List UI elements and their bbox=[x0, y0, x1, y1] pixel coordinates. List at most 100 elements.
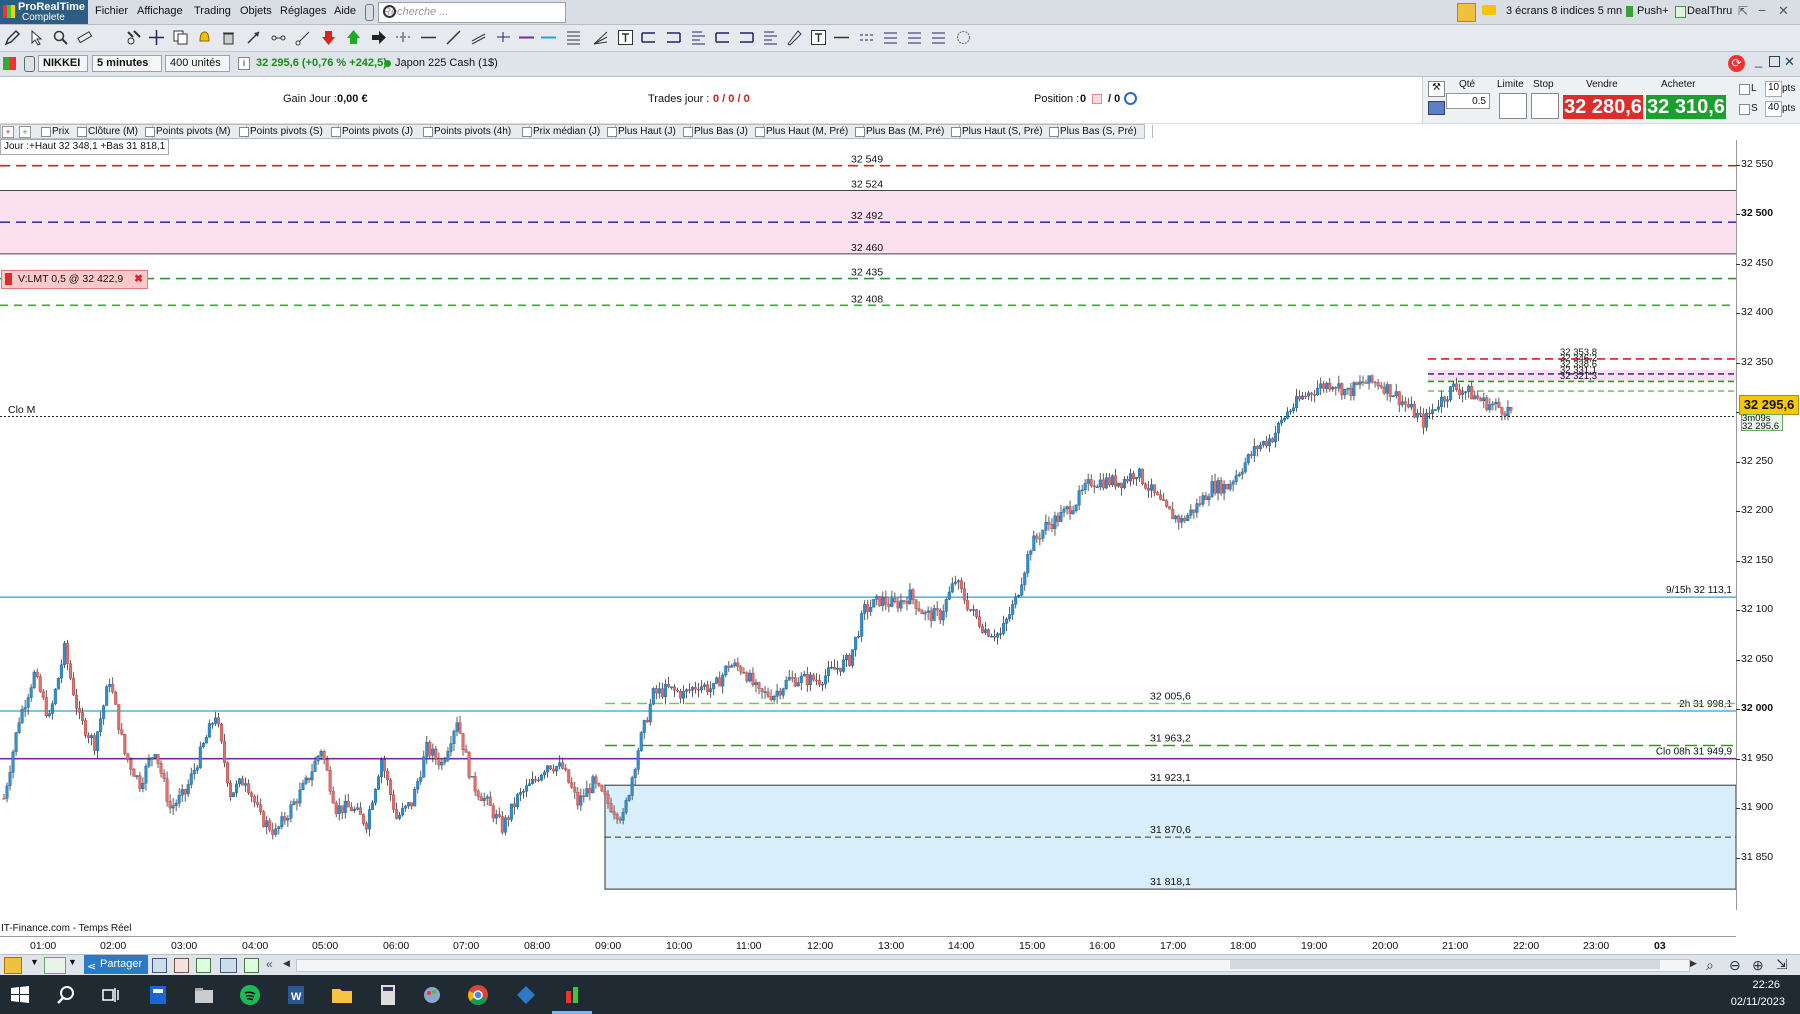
chevron-down2-icon[interactable]: ▼ bbox=[68, 957, 77, 967]
lock-icon[interactable] bbox=[365, 4, 374, 21]
units-select[interactable]: 400 unités bbox=[165, 55, 230, 72]
settings-icon[interactable]: + bbox=[19, 126, 31, 138]
window-min-icon[interactable]: _ bbox=[1755, 53, 1762, 68]
zoom-out-icon[interactable]: ⊖ bbox=[1729, 957, 1741, 974]
s-checkbox[interactable] bbox=[1739, 104, 1750, 115]
dealthru-label[interactable]: DealThru bbox=[1687, 5, 1732, 17]
wand-icon[interactable] bbox=[1457, 3, 1476, 22]
l-pts-input[interactable]: 10 bbox=[1765, 81, 1782, 97]
toggle-bas-s-pre[interactable]: Plus Bas (S, Pré) bbox=[1047, 125, 1153, 138]
task-view-icon[interactable] bbox=[98, 983, 122, 1007]
zoom-icon[interactable] bbox=[52, 29, 69, 46]
fork-icon[interactable] bbox=[495, 29, 512, 46]
window-close-icon[interactable]: ✕ bbox=[1784, 54, 1795, 70]
fan-icon[interactable] bbox=[592, 29, 609, 46]
wand2-icon[interactable] bbox=[4, 957, 22, 974]
down-arrow-icon[interactable] bbox=[320, 29, 337, 46]
time-axis[interactable]: 01:00 02:00 03:00 04:00 05:00 06:00 07:00 08:00… bbox=[0, 936, 1736, 955]
auto-scale-icon[interactable]: ⇲ bbox=[1776, 956, 1788, 973]
order-handle-icon[interactable] bbox=[5, 273, 12, 285]
text-icon[interactable] bbox=[617, 29, 634, 46]
menu-affichage[interactable]: Affichage bbox=[137, 5, 183, 17]
zoom-fit-icon[interactable]: ⌕ bbox=[1706, 957, 1714, 974]
toggle-bas-m-pre[interactable]: Plus Bas (M, Pré) bbox=[853, 125, 960, 138]
panel5-icon[interactable] bbox=[244, 958, 259, 973]
popout-icon[interactable]: ⇱ bbox=[1738, 4, 1748, 18]
calculator-icon[interactable] bbox=[376, 983, 400, 1007]
trash-icon[interactable] bbox=[220, 29, 237, 46]
magnet-icon[interactable] bbox=[125, 29, 142, 46]
toggle-bas-j[interactable]: Plus Bas (J) bbox=[681, 125, 764, 138]
search-taskbar-icon[interactable] bbox=[54, 983, 78, 1007]
up-arrow-icon[interactable] bbox=[345, 29, 362, 46]
workspace-label[interactable]: 3 écrans 8 indices 5 mn bbox=[1506, 5, 1622, 17]
price-chart[interactable]: 32 549 32 524 32 492 32 460 32 435 32 408 9/15… bbox=[0, 140, 1736, 910]
toggle-haut-m-pre[interactable]: Plus Haut (M, Pré) bbox=[753, 125, 864, 138]
s-pts-input[interactable]: 40 bbox=[1765, 101, 1782, 117]
cancel-order-icon[interactable]: ✖ bbox=[134, 273, 143, 285]
close-icon[interactable]: ✕ bbox=[1778, 3, 1789, 19]
segment-icon[interactable] bbox=[270, 29, 287, 46]
wheel-icon[interactable] bbox=[955, 29, 972, 46]
panel3-icon[interactable] bbox=[196, 958, 211, 973]
window-max-icon[interactable] bbox=[1769, 56, 1780, 67]
menu-reglages[interactable]: Réglages bbox=[280, 5, 326, 17]
interval-select[interactable]: 5 minutes bbox=[92, 55, 162, 72]
limit-button[interactable] bbox=[1499, 93, 1527, 119]
levels-icon[interactable] bbox=[690, 29, 707, 46]
calculator-blue-icon[interactable] bbox=[146, 983, 170, 1007]
paint-icon[interactable] bbox=[420, 983, 444, 1007]
share-button[interactable]: ⋖ Partager bbox=[84, 955, 149, 974]
pencil-icon[interactable] bbox=[4, 29, 21, 46]
alert-line4-icon[interactable] bbox=[930, 29, 947, 46]
sell-button[interactable]: 32 280,6 bbox=[1563, 95, 1643, 119]
textbox-icon[interactable] bbox=[810, 29, 827, 46]
scroll-left-double-icon[interactable]: « bbox=[266, 957, 273, 971]
box2-icon[interactable] bbox=[738, 29, 755, 46]
add-indicator-icon[interactable]: + bbox=[2, 126, 14, 138]
pencil2-icon[interactable] bbox=[786, 29, 803, 46]
price-axis[interactable]: 32 55032 50032 45032 40032 35032 30032 2… bbox=[1736, 140, 1800, 910]
chart-type-icon[interactable] bbox=[3, 57, 16, 70]
purple-line-icon[interactable] bbox=[518, 29, 535, 46]
vscode-icon[interactable] bbox=[514, 983, 538, 1007]
arrow-line-icon[interactable] bbox=[245, 29, 262, 46]
trendline-icon[interactable] bbox=[295, 29, 312, 46]
toggle-haut-s-pre[interactable]: Plus Haut (S, Pré) bbox=[949, 125, 1058, 138]
panel2-icon[interactable] bbox=[174, 958, 189, 973]
rect-tool2-icon[interactable] bbox=[665, 29, 682, 46]
diagonal-icon[interactable] bbox=[445, 29, 462, 46]
search-icon[interactable] bbox=[383, 5, 396, 18]
toggle-pivots-s[interactable]: Points pivots (S) bbox=[237, 125, 339, 138]
toggle-cloture-m[interactable]: Clôture (M) bbox=[75, 125, 153, 138]
info-icon[interactable]: i bbox=[238, 57, 250, 70]
line-icon[interactable] bbox=[420, 29, 437, 46]
panel-icon[interactable] bbox=[152, 958, 167, 973]
copy-icon[interactable] bbox=[172, 29, 189, 46]
chevron-down-icon[interactable]: ▼ bbox=[30, 957, 39, 967]
box-icon[interactable] bbox=[714, 29, 731, 46]
hline2-icon[interactable] bbox=[833, 29, 850, 46]
channel-icon[interactable] bbox=[470, 29, 487, 46]
toggle-median-j[interactable]: Prix médian (J) bbox=[520, 125, 616, 138]
chart-style-icon[interactable] bbox=[44, 957, 66, 974]
menu-fichier[interactable]: Fichier bbox=[95, 5, 128, 17]
position-icon[interactable] bbox=[1092, 94, 1102, 104]
symbol-select[interactable]: NIKKEI bbox=[38, 55, 88, 72]
l-checkbox[interactable] bbox=[1739, 84, 1750, 95]
prorealtime-taskbar-icon[interactable] bbox=[560, 983, 584, 1007]
spotify-icon[interactable] bbox=[238, 983, 262, 1007]
toggle-pivots-j[interactable]: Points pivots (J) bbox=[329, 125, 431, 138]
toggle-pivots-4h[interactable]: Points pivots (4h) bbox=[421, 125, 530, 138]
stop-button[interactable] bbox=[1531, 93, 1559, 119]
levels2-icon[interactable] bbox=[762, 29, 779, 46]
keyboard-icon[interactable] bbox=[1428, 101, 1445, 115]
refresh-icon[interactable]: ⟳ bbox=[1728, 55, 1745, 72]
toggle-pivots-m[interactable]: Points pivots (M) bbox=[143, 125, 247, 138]
zoom-in-icon[interactable]: ⊕ bbox=[1752, 957, 1764, 974]
toggle-haut-j[interactable]: Plus Haut (J) bbox=[605, 125, 691, 138]
pending-order-label[interactable]: V:LMT 0,5 @ 32 422,9 ✖ bbox=[1, 270, 148, 289]
qty-input[interactable]: 0.5 bbox=[1446, 93, 1490, 109]
minimize-icon[interactable]: − bbox=[1758, 2, 1766, 18]
menu-objets[interactable]: Objets bbox=[240, 5, 272, 17]
